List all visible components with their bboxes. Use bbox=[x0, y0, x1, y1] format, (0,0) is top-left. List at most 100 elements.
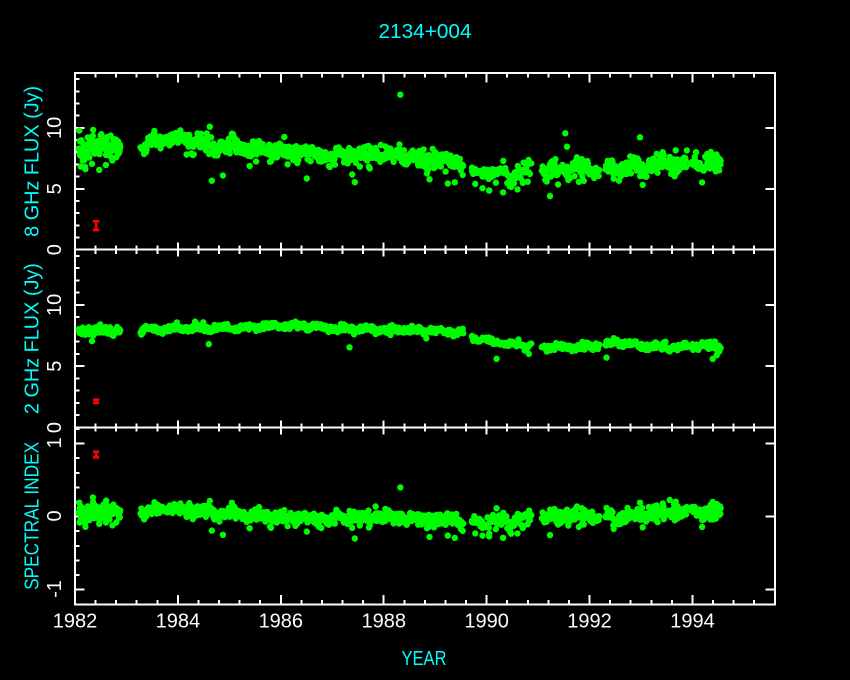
x-tick-label: 1992 bbox=[567, 611, 612, 633]
data-point bbox=[452, 179, 458, 185]
data-point bbox=[564, 144, 570, 150]
data-point bbox=[460, 330, 466, 336]
x-tick-label: 1988 bbox=[361, 611, 406, 633]
data-point bbox=[103, 162, 109, 168]
data-point bbox=[207, 124, 213, 130]
data-point bbox=[596, 173, 602, 179]
data-point bbox=[390, 159, 396, 165]
data-point bbox=[421, 146, 427, 152]
data-point bbox=[640, 182, 646, 188]
data-point bbox=[643, 173, 649, 179]
data-point bbox=[684, 147, 690, 153]
data-point bbox=[479, 185, 485, 191]
data-point bbox=[581, 178, 587, 184]
data-point bbox=[304, 528, 310, 534]
data-point bbox=[307, 158, 313, 164]
data-point bbox=[555, 181, 561, 187]
data-point bbox=[500, 535, 506, 541]
data-point bbox=[639, 505, 645, 511]
data-point bbox=[486, 533, 492, 539]
chart-canvas: 2134+004 05100510-101 198219841986198819… bbox=[0, 0, 850, 680]
data-point bbox=[352, 179, 358, 185]
data-point bbox=[654, 519, 660, 525]
data-point bbox=[209, 178, 215, 184]
data-point bbox=[460, 521, 466, 527]
y-tick-label: 1 bbox=[44, 437, 66, 448]
data-point bbox=[220, 172, 226, 178]
data-point bbox=[472, 530, 478, 536]
light-curve-chart: 2134+004 05100510-101 198219841986198819… bbox=[0, 0, 850, 680]
y-tick-label: 10 bbox=[44, 294, 66, 316]
data-point bbox=[609, 509, 615, 515]
data-point bbox=[90, 127, 96, 133]
data-point bbox=[460, 172, 466, 178]
data-point bbox=[596, 513, 602, 519]
data-point bbox=[571, 173, 577, 179]
data-point bbox=[500, 189, 506, 195]
y-tick-label: 10 bbox=[44, 117, 66, 139]
data-point bbox=[206, 341, 212, 347]
data-point bbox=[457, 156, 463, 162]
x-tick-label: 1984 bbox=[156, 611, 201, 633]
data-point bbox=[460, 163, 466, 169]
x-axis-label: YEAR bbox=[402, 648, 447, 670]
data-point bbox=[246, 163, 252, 169]
data-point bbox=[117, 514, 123, 520]
data-point bbox=[191, 151, 197, 157]
data-point bbox=[86, 154, 92, 160]
data-point bbox=[365, 507, 371, 513]
data-point bbox=[717, 158, 723, 164]
x-tick-label: 1990 bbox=[464, 611, 509, 633]
data-point bbox=[209, 527, 215, 533]
data-point bbox=[76, 127, 82, 133]
y-axis-label-spectral-index: SPECTRAL INDEX bbox=[22, 442, 44, 590]
data-point bbox=[445, 180, 451, 186]
data-point bbox=[699, 179, 705, 185]
data-point bbox=[717, 345, 723, 351]
data-point bbox=[304, 175, 310, 181]
data-point bbox=[528, 340, 534, 346]
data-point bbox=[693, 149, 699, 155]
x-tick-label: 1982 bbox=[53, 611, 98, 633]
data-point bbox=[352, 535, 358, 541]
y-axis-label-8ghz: 8 GHz FLUX (Jy) bbox=[22, 86, 44, 237]
data-point bbox=[284, 161, 290, 167]
data-point bbox=[256, 504, 262, 510]
data-point bbox=[596, 167, 602, 173]
data-point bbox=[514, 530, 520, 536]
data-point bbox=[716, 167, 722, 173]
data-point bbox=[349, 525, 355, 531]
data-point bbox=[253, 158, 259, 164]
data-point bbox=[367, 165, 373, 171]
data-point bbox=[425, 166, 431, 172]
data-point bbox=[281, 507, 287, 513]
data-point bbox=[284, 523, 290, 529]
data-point bbox=[596, 342, 602, 348]
data-point bbox=[349, 171, 355, 177]
data-point bbox=[640, 524, 646, 530]
data-point bbox=[547, 532, 553, 538]
data-point bbox=[397, 92, 403, 98]
data-point bbox=[117, 144, 123, 150]
data-point bbox=[117, 327, 123, 333]
data-point bbox=[526, 351, 532, 357]
data-point bbox=[89, 338, 95, 344]
data-point bbox=[227, 150, 233, 156]
data-point bbox=[452, 535, 458, 541]
data-point bbox=[500, 158, 506, 164]
data-point bbox=[493, 505, 499, 511]
data-point bbox=[486, 525, 492, 531]
data-point bbox=[281, 134, 287, 140]
data-point bbox=[628, 170, 634, 176]
data-point bbox=[332, 161, 338, 167]
data-point bbox=[637, 134, 643, 140]
data-point bbox=[699, 524, 705, 530]
x-tick-label: 1994 bbox=[670, 611, 715, 633]
y-tick-label: -1 bbox=[44, 580, 66, 598]
data-point bbox=[493, 356, 499, 362]
data-point bbox=[372, 503, 378, 509]
data-point bbox=[397, 484, 403, 490]
data-point bbox=[508, 531, 514, 537]
y-tick-label: 5 bbox=[44, 183, 66, 194]
data-point bbox=[673, 147, 679, 153]
